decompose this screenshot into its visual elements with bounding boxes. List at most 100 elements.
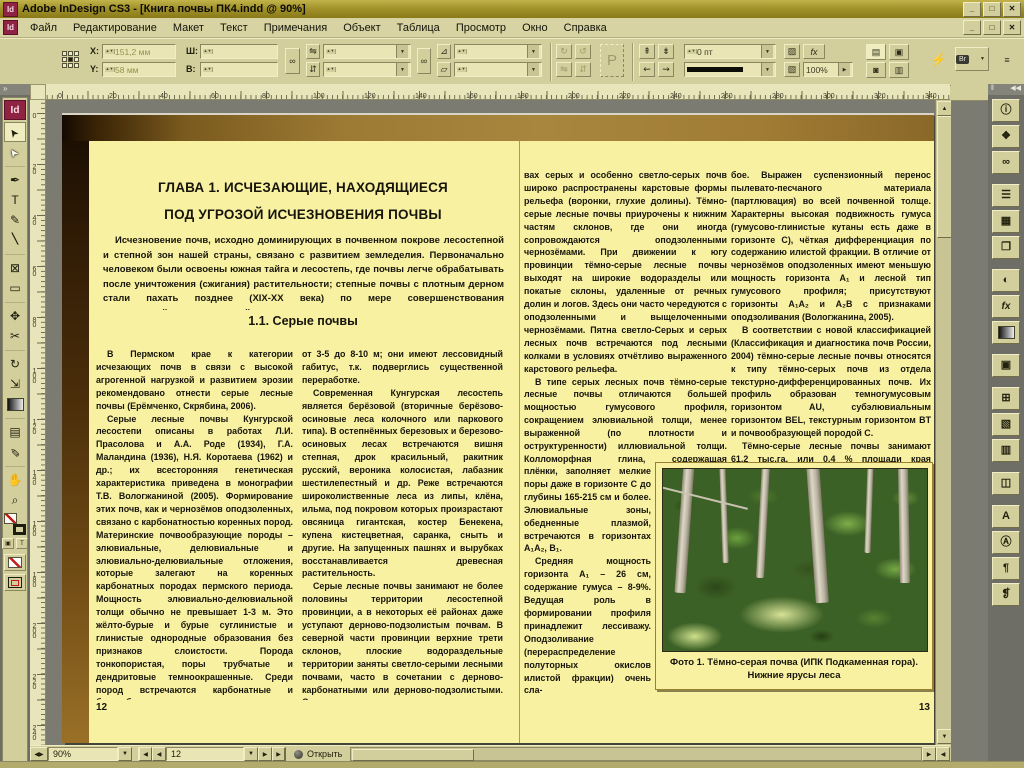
minimize-button[interactable]: _: [963, 1, 981, 17]
gradient-tool[interactable]: [4, 394, 26, 414]
height-field[interactable]: ▲▼: [200, 62, 278, 77]
select-previous-button[interactable]: ⇜: [639, 62, 655, 77]
menu-object[interactable]: Объект: [335, 20, 388, 36]
paragraph-panel-button[interactable]: ¶: [992, 557, 1020, 580]
scroll-right-icon[interactable]: ▶: [922, 747, 936, 761]
frame-tool[interactable]: ⊠: [4, 258, 26, 278]
photo-frame[interactable]: Фото 1. Тёмно-серая почва (ИПК Подкаменн…: [655, 462, 933, 690]
link-scale-icon[interactable]: ∞: [417, 48, 431, 74]
table-panel-button[interactable]: ▥: [992, 439, 1020, 462]
dropdown-icon[interactable]: ▼: [396, 45, 408, 58]
effects-panel-button[interactable]: fx: [992, 295, 1020, 318]
object-styles-panel-button[interactable]: ⊞: [992, 387, 1020, 410]
menu-table[interactable]: Таблица: [389, 20, 448, 36]
links-panel-button[interactable]: ∞: [992, 151, 1020, 174]
page-number-field[interactable]: 12: [166, 747, 244, 761]
direct-selection-tool[interactable]: ➤: [4, 142, 26, 162]
rectangle-tool[interactable]: ▭: [4, 278, 26, 298]
formatting-text-button[interactable]: T: [16, 538, 28, 549]
states-panel-button[interactable]: ❒: [992, 236, 1020, 259]
opacity-field[interactable]: 100% ▶: [803, 62, 853, 77]
close-button[interactable]: ✕: [1003, 1, 1021, 17]
dropdown-icon[interactable]: ▼: [527, 63, 539, 76]
menu-window[interactable]: Окно: [514, 20, 556, 36]
width-field[interactable]: ▲▼: [200, 44, 278, 59]
stepper-icon[interactable]: ▲▼: [457, 66, 467, 72]
layers-panel-button[interactable]: ❖: [992, 125, 1020, 148]
next-page-button[interactable]: ▶: [258, 747, 272, 761]
flip-horizontal-icon[interactable]: ⇋: [306, 44, 320, 59]
horizontal-ruler[interactable]: 0 20 40 60 80 100 120 140 160 180 200 220 240 260 280 3…: [46, 84, 950, 100]
rotate-cw-button[interactable]: ↻: [556, 44, 572, 59]
dropdown-icon[interactable]: ▼: [396, 63, 408, 76]
position-tool[interactable]: ✥: [4, 306, 26, 326]
stepper-icon[interactable]: ▲▼: [105, 48, 115, 54]
selection-tool[interactable]: ➤: [4, 122, 26, 142]
zoom-level-field[interactable]: 90%: [48, 747, 118, 761]
stroke-swatch[interactable]: [13, 524, 26, 535]
flip-v-button[interactable]: ⇵: [575, 62, 591, 77]
zoom-dropdown-icon[interactable]: ▼: [118, 747, 132, 761]
doc-restore-button[interactable]: □: [983, 20, 1001, 35]
page-spread[interactable]: ГЛАВА 1. ИСЧЕЗАЮЩИЕ, НАХОДЯЩИЕСЯ ПОД УГР…: [62, 113, 934, 743]
pen-tool[interactable]: ✒: [4, 170, 26, 190]
gradient-panel-button[interactable]: [992, 321, 1020, 344]
scroll-up-icon[interactable]: ▲: [937, 101, 952, 116]
page-dropdown-icon[interactable]: ▼: [244, 747, 258, 761]
frames-panel-button[interactable]: ▧: [992, 413, 1020, 436]
formatting-container-button[interactable]: ▣: [2, 538, 14, 549]
select-content-button[interactable]: ⇟: [658, 44, 674, 59]
menu-edit[interactable]: Редактирование: [65, 20, 165, 36]
doc-close-button[interactable]: ✕: [1003, 20, 1021, 35]
scale-x-field[interactable]: ▲▼ ▼: [323, 44, 411, 59]
color-panel-button[interactable]: ◐: [992, 269, 1020, 292]
stepper-icon[interactable]: ▲▼: [457, 48, 467, 54]
apply-none-button[interactable]: [4, 554, 26, 571]
swatches-panel-button[interactable]: ▦: [992, 210, 1020, 233]
stepper-icon[interactable]: ▲▼: [105, 66, 115, 72]
menu-type[interactable]: Текст: [212, 20, 256, 36]
y-position-field[interactable]: ▲▼ 58 мм: [102, 62, 176, 77]
paragraph-styles-panel-button[interactable]: ❡: [992, 583, 1020, 606]
toolbox-collapse-icon[interactable]: »: [0, 84, 30, 95]
wrap-object-shape-button[interactable]: ◙: [866, 62, 886, 78]
select-container-button[interactable]: ⇞: [639, 44, 655, 59]
first-page-button[interactable]: ◀: [138, 747, 152, 761]
last-page-button[interactable]: ▶: [272, 747, 286, 761]
dock-collapse-icon[interactable]: ◀◀: [1010, 84, 1021, 95]
notes-tool[interactable]: ▤: [4, 422, 26, 442]
zoom-tool[interactable]: ⌕: [4, 490, 26, 510]
ruler-origin-corner[interactable]: [30, 84, 46, 100]
line-tool[interactable]: ╲: [4, 230, 26, 250]
side-arrow-icon[interactable]: ▶: [838, 63, 850, 76]
vertical-scroll-thumb[interactable]: [937, 116, 952, 238]
scale-tool[interactable]: ⇲: [4, 374, 26, 394]
stepper-icon[interactable]: ▲▼: [203, 48, 213, 54]
restore-button[interactable]: □: [983, 1, 1001, 17]
stroke-weight-field[interactable]: ▲▼ 0 пт ▼: [684, 44, 776, 59]
stepper-icon[interactable]: ▲▼: [203, 66, 213, 72]
vertical-scrollbar[interactable]: ▲ ▼: [935, 100, 952, 745]
apply-gradient-button[interactable]: [4, 574, 26, 591]
constrain-proportions-icon[interactable]: ∞: [285, 48, 300, 74]
pages-panel-button[interactable]: ◫: [992, 472, 1020, 495]
horizontal-scrollbar[interactable]: [350, 747, 922, 761]
x-position-field[interactable]: ▲▼ 151,2 мм: [102, 44, 176, 59]
stroke-style-dropdown[interactable]: ▼: [684, 62, 776, 77]
eyedropper-tool[interactable]: ✎: [4, 442, 26, 462]
transparency-icon[interactable]: ▨: [784, 44, 800, 59]
menu-layout[interactable]: Макет: [165, 20, 212, 36]
doc-minimize-button[interactable]: _: [963, 20, 981, 35]
wrap-bounding-box-button[interactable]: ▣: [889, 44, 909, 60]
flip-h-button[interactable]: ⇋: [556, 62, 572, 77]
reference-point-proxy[interactable]: [62, 51, 79, 68]
dock-grip-icon[interactable]: ‖: [991, 84, 994, 95]
scissors-tool[interactable]: ✂: [4, 326, 26, 346]
panel-menu-icon[interactable]: ≡: [998, 48, 1016, 72]
character-styles-panel-button[interactable]: Ⓐ: [992, 531, 1020, 554]
rotate-tool[interactable]: ↻: [4, 354, 26, 374]
character-panel-button[interactable]: A: [992, 505, 1020, 528]
flip-vertical-icon[interactable]: ⇵: [306, 62, 320, 77]
previous-page-button[interactable]: ◀: [152, 747, 166, 761]
transparency-icon[interactable]: ▧: [784, 62, 800, 77]
